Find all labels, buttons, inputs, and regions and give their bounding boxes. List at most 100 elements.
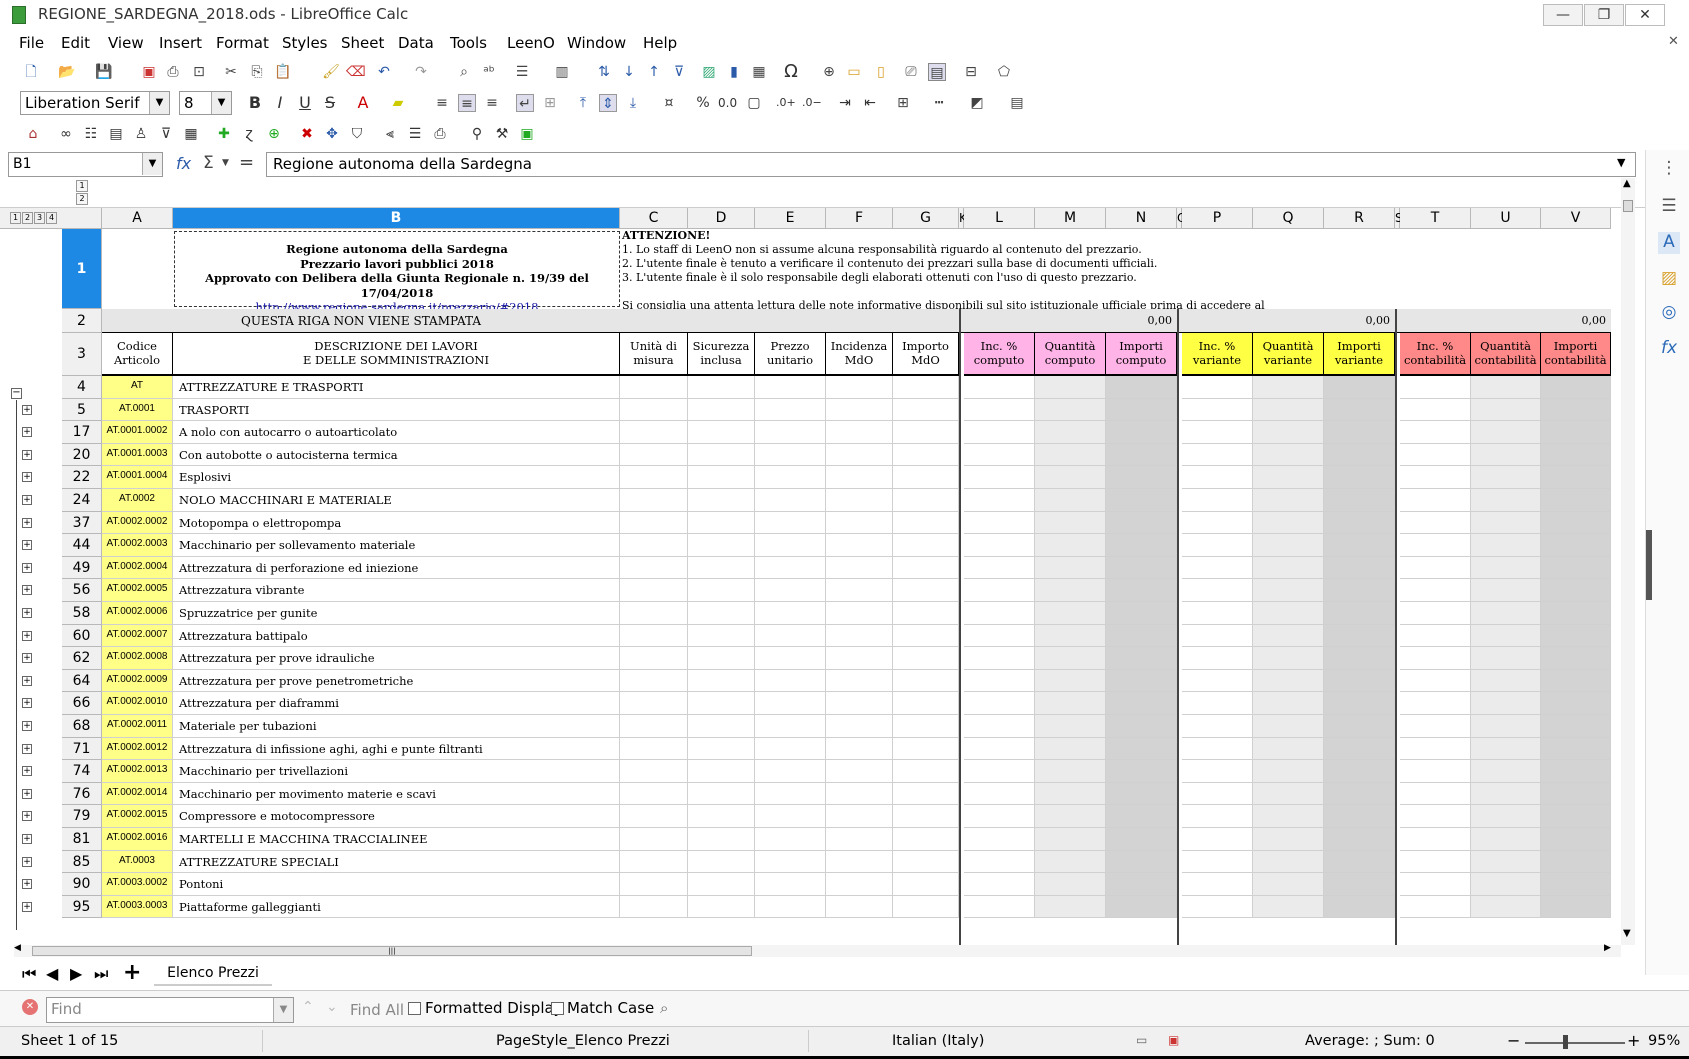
scroll-left-icon[interactable]: ◀ [14,943,21,953]
conditional-format-icon[interactable]: ▤ [1008,94,1026,112]
row-icon[interactable]: ☰ [513,63,531,81]
row-header[interactable]: 37 [62,511,102,535]
expand-group-icon[interactable]: + [22,427,32,438]
article-code-cell[interactable]: AT.0002.0003 [102,534,173,557]
value-cell[interactable] [1541,466,1611,489]
value-cell[interactable] [755,624,826,648]
expand-group-icon[interactable]: + [22,630,32,641]
name-box[interactable]: B1 ▼ [8,152,163,177]
description-cell[interactable]: Attrezzatura per diaframmi [173,692,620,715]
value-cell[interactable] [893,602,959,625]
expand-group-icon[interactable]: + [22,721,32,731]
row-header[interactable]: 85 [62,850,102,874]
functions-icon[interactable]: fx [1658,338,1680,360]
value-cell[interactable] [1035,715,1106,738]
value-cell[interactable] [1324,443,1395,467]
value-cell[interactable] [755,850,826,874]
value-cell[interactable] [1541,805,1611,828]
value-cell[interactable] [1253,895,1324,919]
value-cell[interactable] [1035,511,1106,535]
value-cell[interactable] [1182,511,1253,535]
value-cell[interactable] [964,421,1035,444]
sidebar-collapse-handle[interactable] [1646,530,1652,600]
value-cell[interactable] [1471,850,1541,874]
leeno-stamp-icon[interactable]: ♙ [132,125,150,143]
value-cell[interactable] [1400,511,1471,535]
value-cell[interactable] [1182,466,1253,489]
value-cell[interactable] [688,466,755,489]
value-cell[interactable] [1253,669,1324,693]
column-heading[interactable]: Sicurezza inclusa [688,333,755,376]
copy-icon[interactable]: ⎘ [248,63,266,81]
value-cell[interactable] [1035,421,1106,444]
align-left-icon[interactable]: ≡ [433,94,451,112]
value-cell[interactable] [1400,782,1471,806]
description-cell[interactable]: Piattaforme galleggianti [173,895,620,919]
value-cell[interactable] [1324,534,1395,557]
value-cell[interactable] [1471,421,1541,444]
match-case-checkbox[interactable] [551,1002,564,1015]
value-cell[interactable] [620,579,688,602]
article-code-cell[interactable]: AT.0002.0008 [102,647,173,670]
value-cell[interactable] [964,737,1035,761]
value-cell[interactable] [1400,805,1471,828]
sidebar-menu-icon[interactable]: ⋮ [1658,158,1680,180]
value-cell[interactable] [620,715,688,738]
column-icon[interactable]: ▥ [553,63,571,81]
value-cell[interactable] [964,850,1035,874]
chevron-down-icon[interactable]: ▼ [211,92,231,114]
description-cell[interactable]: Motopompa o elettropompa [173,511,620,535]
row-outline-level-4[interactable]: 4 [46,212,57,224]
close-find-icon[interactable]: ✕ [22,999,38,1015]
article-code-cell[interactable]: AT.0002.0010 [102,692,173,715]
article-code-cell[interactable]: AT [102,376,173,399]
restore-button[interactable]: ❐ [1584,4,1624,26]
leeno-sheet-icon[interactable]: ▤ [107,125,125,143]
value-cell[interactable] [826,805,893,828]
value-cell[interactable] [1182,376,1253,399]
value-cell[interactable] [1471,489,1541,512]
find-replace-dialog-icon[interactable]: ⌕ [660,999,668,1017]
chart-icon[interactable]: ▮ [725,63,743,81]
value-cell[interactable] [893,398,959,422]
description-cell[interactable]: Attrezzatura di perforazione ed iniezion… [173,556,620,580]
value-cell[interactable] [1035,466,1106,489]
value-cell[interactable] [1106,556,1177,580]
wrap-text-icon[interactable]: ↵ [516,94,534,112]
value-cell[interactable] [826,443,893,467]
decrease-indent-icon[interactable]: ⇤ [861,94,879,112]
column-header-g[interactable]: G [893,208,959,229]
value-cell[interactable] [1324,828,1395,851]
function-wizard-icon[interactable]: fx [176,154,191,173]
value-cell[interactable] [688,782,755,806]
article-code-cell[interactable]: AT.0002.0011 [102,715,173,738]
value-cell[interactable] [1106,534,1177,557]
value-cell[interactable] [1035,782,1106,806]
value-cell[interactable] [1106,805,1177,828]
value-cell[interactable] [1400,421,1471,444]
value-cell[interactable] [755,556,826,580]
value-cell[interactable] [964,624,1035,648]
increase-indent-icon[interactable]: ⇥ [836,94,854,112]
horizontal-scrollbar[interactable]: ◀ ||| ▶ [14,943,1621,957]
value-cell[interactable] [964,443,1035,467]
column-heading[interactable]: Quantità computo [1035,333,1106,376]
value-cell[interactable] [1182,602,1253,625]
value-cell[interactable] [620,421,688,444]
sum-icon[interactable]: Σ [203,153,214,173]
column-heading[interactable]: Codice Articolo [102,333,173,376]
value-cell[interactable] [1471,579,1541,602]
align-center-icon[interactable]: ≡ [458,94,476,112]
value-cell[interactable] [755,692,826,715]
freeze-icon[interactable]: ▤ [928,63,946,81]
expand-group-icon[interactable]: + [22,901,32,912]
value-cell[interactable] [1324,737,1395,761]
font-size-combo[interactable]: 8 ▼ [179,91,232,115]
value-cell[interactable] [688,489,755,512]
expand-group-icon[interactable]: + [22,449,32,460]
pivot-icon[interactable]: ▦ [750,63,768,81]
value-cell[interactable] [826,715,893,738]
column-heading[interactable]: Inc. % contabilità [1400,333,1471,376]
value-cell[interactable] [1253,850,1324,874]
value-cell[interactable] [1035,443,1106,467]
